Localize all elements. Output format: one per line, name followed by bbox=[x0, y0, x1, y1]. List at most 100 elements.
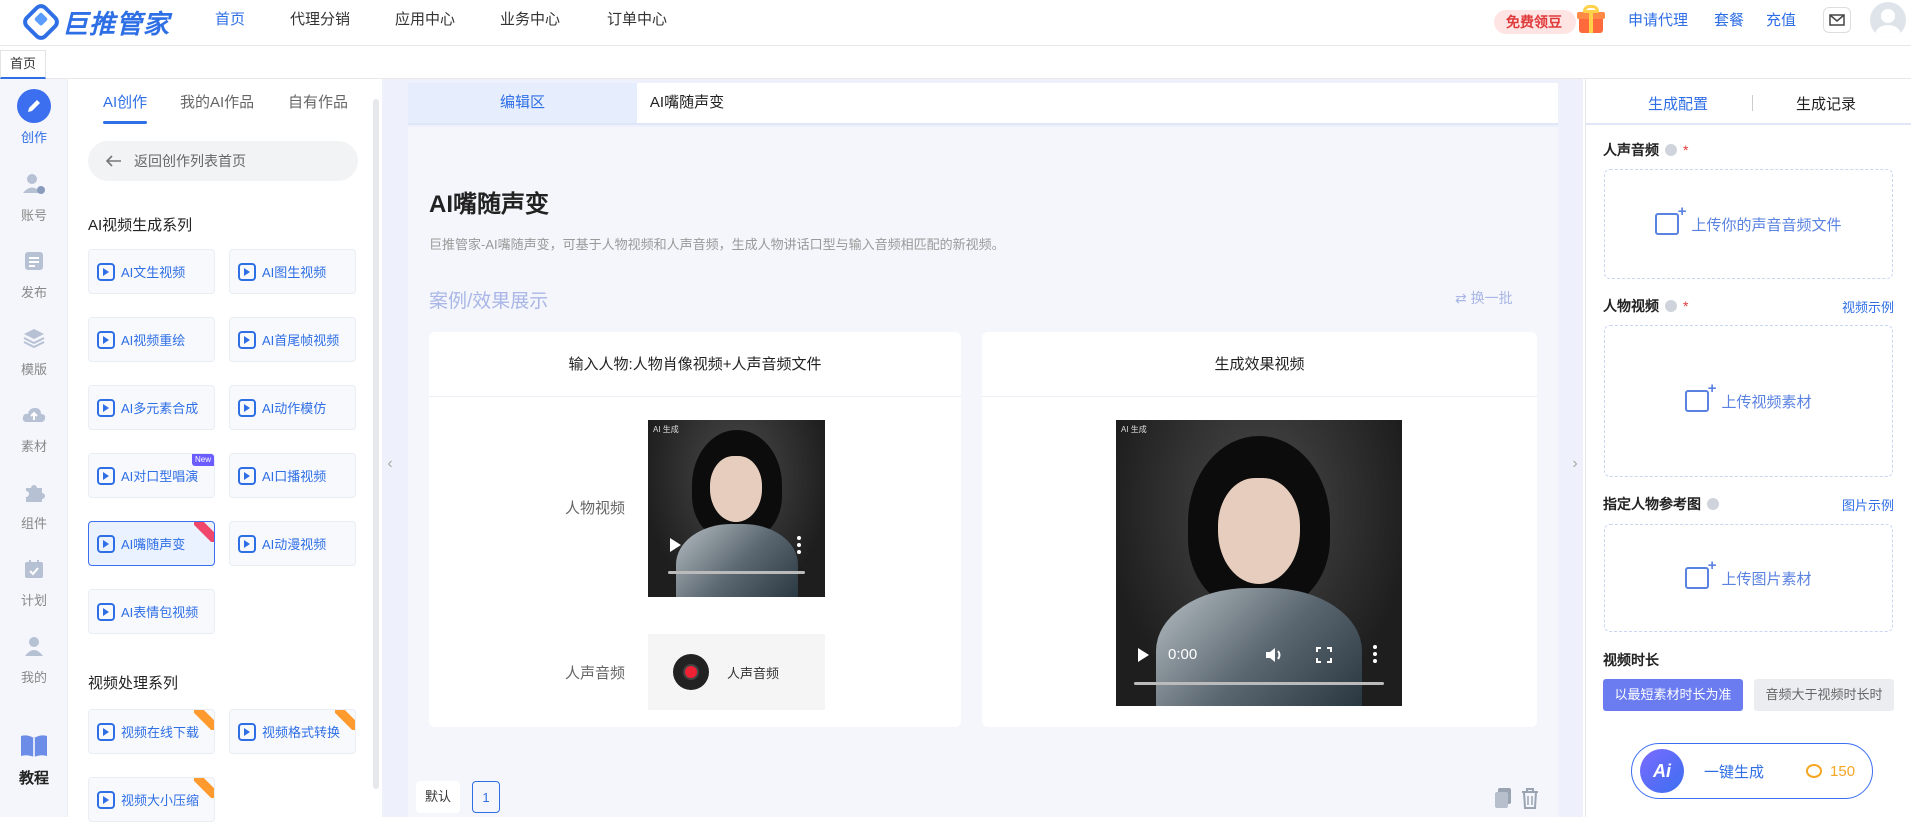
voice-upload-area[interactable]: 上传你的声音音频文件 bbox=[1604, 169, 1893, 279]
sort-default-button[interactable]: 默认 bbox=[416, 781, 460, 813]
voice-audio-player[interactable]: 人声音频 bbox=[648, 634, 825, 710]
layers-icon bbox=[17, 321, 51, 355]
gift-icon[interactable] bbox=[1576, 4, 1606, 34]
fn-image-to-video[interactable]: AI图生视频 bbox=[229, 249, 356, 294]
help-icon[interactable] bbox=[1707, 498, 1719, 510]
iconbar-plan[interactable]: 计划 bbox=[0, 552, 68, 609]
iconbar-create[interactable]: 创作 bbox=[0, 89, 68, 146]
iconbar-account[interactable]: 账号 bbox=[0, 167, 68, 224]
page-number-button[interactable]: 1 bbox=[472, 781, 500, 813]
config-panel: 生成配置 生成记录 人声音频 * 上传你的声音音频文件 人物视频 * 视频示例 … bbox=[1585, 79, 1911, 817]
fn-format-convert[interactable]: 视频格式转换 bbox=[229, 709, 356, 754]
refresh-batch-button[interactable]: ⇄ 换一批 bbox=[1455, 288, 1513, 308]
iconbar-component[interactable]: 组件 bbox=[0, 475, 68, 532]
image-example-link[interactable]: 图片示例 bbox=[1842, 495, 1894, 514]
video-progress-bar[interactable] bbox=[1134, 682, 1384, 685]
duration-shortest-option[interactable]: 以最短素材时长为准 bbox=[1603, 679, 1743, 711]
calendar-icon bbox=[17, 552, 51, 586]
apply-agent-link[interactable]: 申请代理 bbox=[1628, 0, 1688, 42]
tab-my-ai-works[interactable]: 我的AI作品 bbox=[180, 91, 254, 112]
more-options-icon[interactable] bbox=[1373, 645, 1377, 666]
fn-first-last-frame[interactable]: AI首尾帧视频 bbox=[229, 317, 356, 362]
function-panel-scrollbar[interactable] bbox=[373, 99, 379, 789]
logo-mark-icon bbox=[19, 0, 63, 44]
logo[interactable]: 巨推管家 bbox=[19, 0, 170, 44]
fn-video-download[interactable]: 视频在线下载 bbox=[88, 709, 215, 754]
output-card-header: 生成效果视频 bbox=[982, 332, 1537, 397]
duration-audio-longer-option[interactable]: 音频大于视频时长时 bbox=[1754, 679, 1894, 711]
fn-multi-element[interactable]: AI多元素合成 bbox=[88, 385, 215, 430]
iconbar-label: 模版 bbox=[20, 362, 47, 377]
iconbar-label: 发布 bbox=[20, 285, 47, 300]
required-mark: * bbox=[1683, 142, 1689, 158]
voice-audio-label: 人声音频 bbox=[565, 665, 626, 682]
nav-home[interactable]: 首页 bbox=[215, 0, 245, 40]
result-video-player[interactable]: AI 生成 0:00 bbox=[1116, 420, 1402, 706]
help-icon[interactable] bbox=[1665, 144, 1677, 156]
package-link[interactable]: 套餐 bbox=[1714, 0, 1744, 42]
iconbar-label: 账号 bbox=[20, 208, 47, 223]
iconbar-tutorial[interactable]: 教程 bbox=[0, 729, 68, 788]
play-icon[interactable] bbox=[670, 538, 681, 552]
video-example-link[interactable]: 视频示例 bbox=[1842, 297, 1894, 316]
more-options-icon[interactable] bbox=[797, 536, 801, 557]
fullscreen-icon[interactable] bbox=[1316, 647, 1332, 663]
tab-gen-config[interactable]: 生成配置 bbox=[1648, 93, 1708, 114]
edit-page: AI嘴随声变 巨推管家-AI嘴随声变，可基于人物视频和人声音频，生成人物讲话口型… bbox=[408, 127, 1558, 817]
fn-emoji-video[interactable]: AI表情包视频 bbox=[88, 589, 215, 634]
fn-label: AI视频重绘 bbox=[121, 333, 186, 348]
field-label-text: 视频时长 bbox=[1603, 652, 1659, 668]
iconbar-mine[interactable]: 我的 bbox=[0, 629, 68, 686]
fn-talking-video[interactable]: AI口播视频 bbox=[229, 453, 356, 498]
fn-text-to-video[interactable]: AI文生视频 bbox=[88, 249, 215, 294]
fn-lip-sync-sing[interactable]: AI对口型唱演 New bbox=[88, 453, 215, 498]
image-upload-icon bbox=[1685, 557, 1716, 589]
help-icon[interactable] bbox=[1665, 300, 1677, 312]
refresh-label: 换一批 bbox=[1470, 290, 1513, 306]
iconbar-material[interactable]: 素材 bbox=[0, 398, 68, 455]
download-icon bbox=[97, 722, 115, 741]
play-icon[interactable] bbox=[1138, 648, 1149, 662]
user-avatar[interactable] bbox=[1870, 2, 1906, 38]
nav-business[interactable]: 业务中心 bbox=[500, 0, 560, 40]
fn-anime-video[interactable]: AI动漫视频 bbox=[229, 521, 356, 566]
tab-home[interactable]: 首页 bbox=[0, 50, 46, 79]
volume-icon[interactable] bbox=[1264, 646, 1284, 664]
image-upload-area[interactable]: 上传图片素材 bbox=[1604, 524, 1893, 632]
collapse-right-chevron-icon[interactable]: › bbox=[1567, 449, 1583, 479]
free-beans-button[interactable]: 免费领豆 bbox=[1494, 10, 1576, 34]
iconbar-label: 计划 bbox=[20, 593, 47, 608]
video-upload-area[interactable]: 上传视频素材 bbox=[1604, 325, 1893, 477]
left-icon-bar: 创作 账号 发布 模版 素材 组件 计划 我的 教程 bbox=[0, 79, 68, 817]
hot-ribbon-badge bbox=[194, 522, 214, 542]
tab-ai-create[interactable]: AI创作 bbox=[103, 91, 147, 112]
fn-size-compress[interactable]: 视频大小压缩 bbox=[88, 777, 215, 822]
tab-gen-records[interactable]: 生成记录 bbox=[1796, 93, 1856, 114]
mail-icon[interactable] bbox=[1823, 7, 1851, 33]
new-tag-badge: New bbox=[191, 454, 214, 466]
back-to-list-button[interactable]: 返回创作列表首页 bbox=[88, 141, 358, 181]
iconbar-template[interactable]: 模版 bbox=[0, 321, 68, 378]
tab-mouth-voice[interactable]: AI嘴随声变 bbox=[637, 83, 737, 123]
compress-icon bbox=[97, 790, 115, 809]
copy-icon[interactable] bbox=[1493, 787, 1513, 809]
fn-video-redraw[interactable]: AI视频重绘 bbox=[88, 317, 215, 362]
nav-orders[interactable]: 订单中心 bbox=[607, 0, 667, 40]
tab-own-works[interactable]: 自有作品 bbox=[288, 91, 348, 112]
iconbar-publish[interactable]: 发布 bbox=[0, 244, 68, 301]
generate-button[interactable]: Ai 一键生成 150 bbox=[1631, 743, 1873, 799]
nav-apps[interactable]: 应用中心 bbox=[395, 0, 455, 40]
fn-mouth-follows-voice[interactable]: AI嘴随声变 bbox=[88, 521, 215, 566]
person-video-player[interactable]: AI 生成 bbox=[648, 420, 825, 597]
video-progress-bar[interactable] bbox=[668, 571, 805, 574]
delete-icon[interactable] bbox=[1520, 787, 1540, 809]
fn-label: AI动作模仿 bbox=[262, 401, 327, 416]
ref-image-field-label: 指定人物参考图 bbox=[1603, 494, 1719, 514]
nav-agent[interactable]: 代理分销 bbox=[290, 0, 350, 40]
tab-edit-area[interactable]: 编辑区 bbox=[408, 83, 637, 123]
recharge-link[interactable]: 充值 bbox=[1766, 0, 1796, 42]
convert-icon bbox=[238, 722, 256, 741]
function-tabs: AI创作 我的AI作品 自有作品 bbox=[70, 79, 380, 127]
collapse-left-chevron-icon[interactable]: ‹ bbox=[382, 449, 398, 479]
fn-motion-imitate[interactable]: AI动作模仿 bbox=[229, 385, 356, 430]
